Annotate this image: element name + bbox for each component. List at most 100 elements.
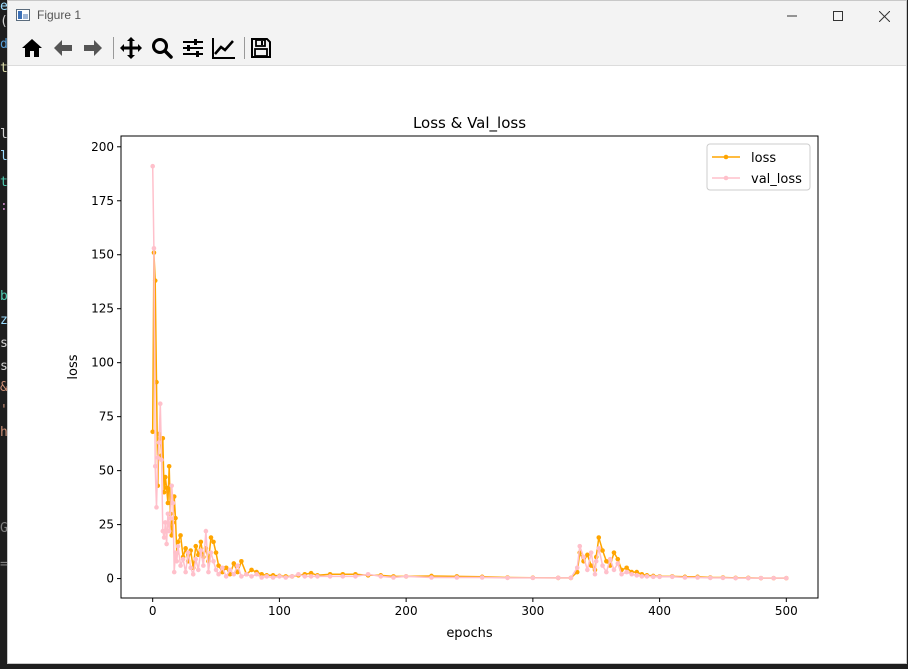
val_loss-point — [771, 575, 776, 581]
val_loss-point — [650, 574, 656, 580]
val_loss-point — [154, 505, 159, 510]
val_loss-point — [164, 541, 169, 547]
val_loss-point — [254, 571, 259, 577]
val_loss-point — [239, 574, 244, 579]
val_loss-point — [270, 575, 276, 580]
loss-point — [615, 556, 621, 562]
loss-series — [150, 250, 789, 581]
val_loss-point — [720, 575, 726, 581]
val_loss-point — [161, 535, 167, 540]
val_loss-point — [220, 565, 225, 571]
title-bar[interactable]: Figure 1 — [8, 1, 906, 31]
close-icon — [878, 10, 890, 22]
loss-point — [611, 550, 617, 555]
y-tick-label: 50 — [99, 464, 114, 478]
y-tick-label: 150 — [91, 248, 114, 262]
val_loss-point — [596, 546, 602, 551]
val_loss-point — [454, 575, 460, 580]
val_loss-point — [611, 567, 617, 573]
val_loss-point — [505, 575, 510, 581]
val_loss-point — [174, 558, 180, 564]
val_loss-point — [758, 575, 764, 581]
chart-title: Loss & Val_loss — [413, 114, 526, 133]
loss-chart: Loss & Val_loss epochs loss 0 100 200 300 40… — [66, 114, 819, 641]
x-tick-label: 0 — [149, 604, 157, 618]
val_loss-point — [190, 571, 196, 577]
y-tick-label: 200 — [91, 140, 114, 154]
val_loss-point — [588, 550, 594, 555]
loss-point — [166, 464, 172, 469]
loss-point — [208, 535, 214, 540]
val_loss-point — [639, 574, 645, 579]
x-axis-label: epochs — [446, 626, 493, 641]
legend-loss-label: loss — [751, 151, 776, 166]
sliders-icon — [183, 39, 203, 57]
val_loss-point — [429, 575, 434, 580]
val_loss-point — [365, 571, 371, 577]
back-button[interactable] — [50, 35, 76, 61]
val_loss-point — [183, 569, 188, 575]
legend-val_loss-label: val_loss — [751, 172, 802, 187]
loss-point — [213, 550, 219, 555]
val_loss-point — [746, 575, 751, 581]
home-icon — [22, 39, 42, 57]
val_loss-point — [170, 500, 176, 506]
val_loss-point — [168, 515, 173, 521]
app-icon — [16, 9, 30, 21]
val_loss-point — [593, 558, 599, 564]
save-button[interactable] — [248, 35, 274, 61]
val_loss-point — [216, 571, 221, 577]
val_loss-point — [600, 563, 605, 568]
val_loss-point — [196, 567, 201, 573]
maximize-button[interactable] — [815, 1, 861, 31]
y-tick-label: 100 — [91, 356, 114, 370]
val_loss-point — [160, 528, 166, 534]
val_loss-point — [152, 464, 158, 469]
zoom-button[interactable] — [149, 35, 175, 61]
configure-subplots-button[interactable] — [180, 35, 206, 61]
window-title: Figure 1 — [37, 8, 82, 22]
val_loss-point — [277, 574, 282, 579]
val_loss-point — [629, 571, 635, 577]
val_loss-point — [695, 575, 700, 580]
val_loss-point — [157, 401, 163, 407]
pan-button[interactable] — [118, 35, 144, 61]
figure-canvas[interactable]: Loss & Val_loss epochs loss 0 100 200 300 40… — [8, 66, 906, 663]
val_loss-point — [169, 483, 174, 489]
val_loss-point — [315, 574, 320, 579]
val_loss-point — [283, 575, 289, 580]
legend-loss-marker — [723, 154, 729, 160]
val_loss-point — [249, 574, 254, 579]
y-tick-label: 175 — [91, 194, 114, 208]
minimize-button[interactable] — [769, 1, 815, 31]
home-button[interactable] — [19, 35, 45, 61]
loss-point — [249, 567, 254, 573]
close-button[interactable] — [861, 1, 906, 31]
val_loss-point — [211, 558, 216, 564]
arrow-right-icon — [84, 40, 102, 56]
val_loss-point — [619, 571, 624, 577]
legend: loss val_loss — [706, 143, 811, 191]
forward-button[interactable] — [80, 35, 106, 61]
edit-axis-button[interactable] — [211, 35, 237, 61]
val_loss-point — [193, 556, 199, 562]
val_loss-point — [707, 575, 713, 581]
val_loss-point — [592, 571, 598, 577]
minimize-icon — [787, 15, 797, 17]
val_loss-point — [555, 575, 561, 581]
val_loss-point — [150, 163, 155, 169]
val_loss-series — [150, 163, 789, 581]
val_loss-point — [403, 574, 409, 579]
loss-point — [211, 539, 216, 545]
maximize-icon — [833, 11, 843, 21]
val_loss-point — [479, 575, 485, 580]
legend-val_loss-marker — [723, 175, 729, 181]
y-tick-label: 75 — [99, 410, 114, 424]
val_loss-point — [203, 528, 209, 534]
x-tick-label: 300 — [521, 604, 544, 618]
val_loss-point — [166, 528, 172, 534]
val_loss-point — [175, 543, 181, 549]
toolbar-separator — [113, 37, 114, 59]
val_loss-point — [607, 556, 613, 562]
figure-window: Figure 1 Loss & Val_loss epochs loss 0 1… — [7, 0, 907, 664]
